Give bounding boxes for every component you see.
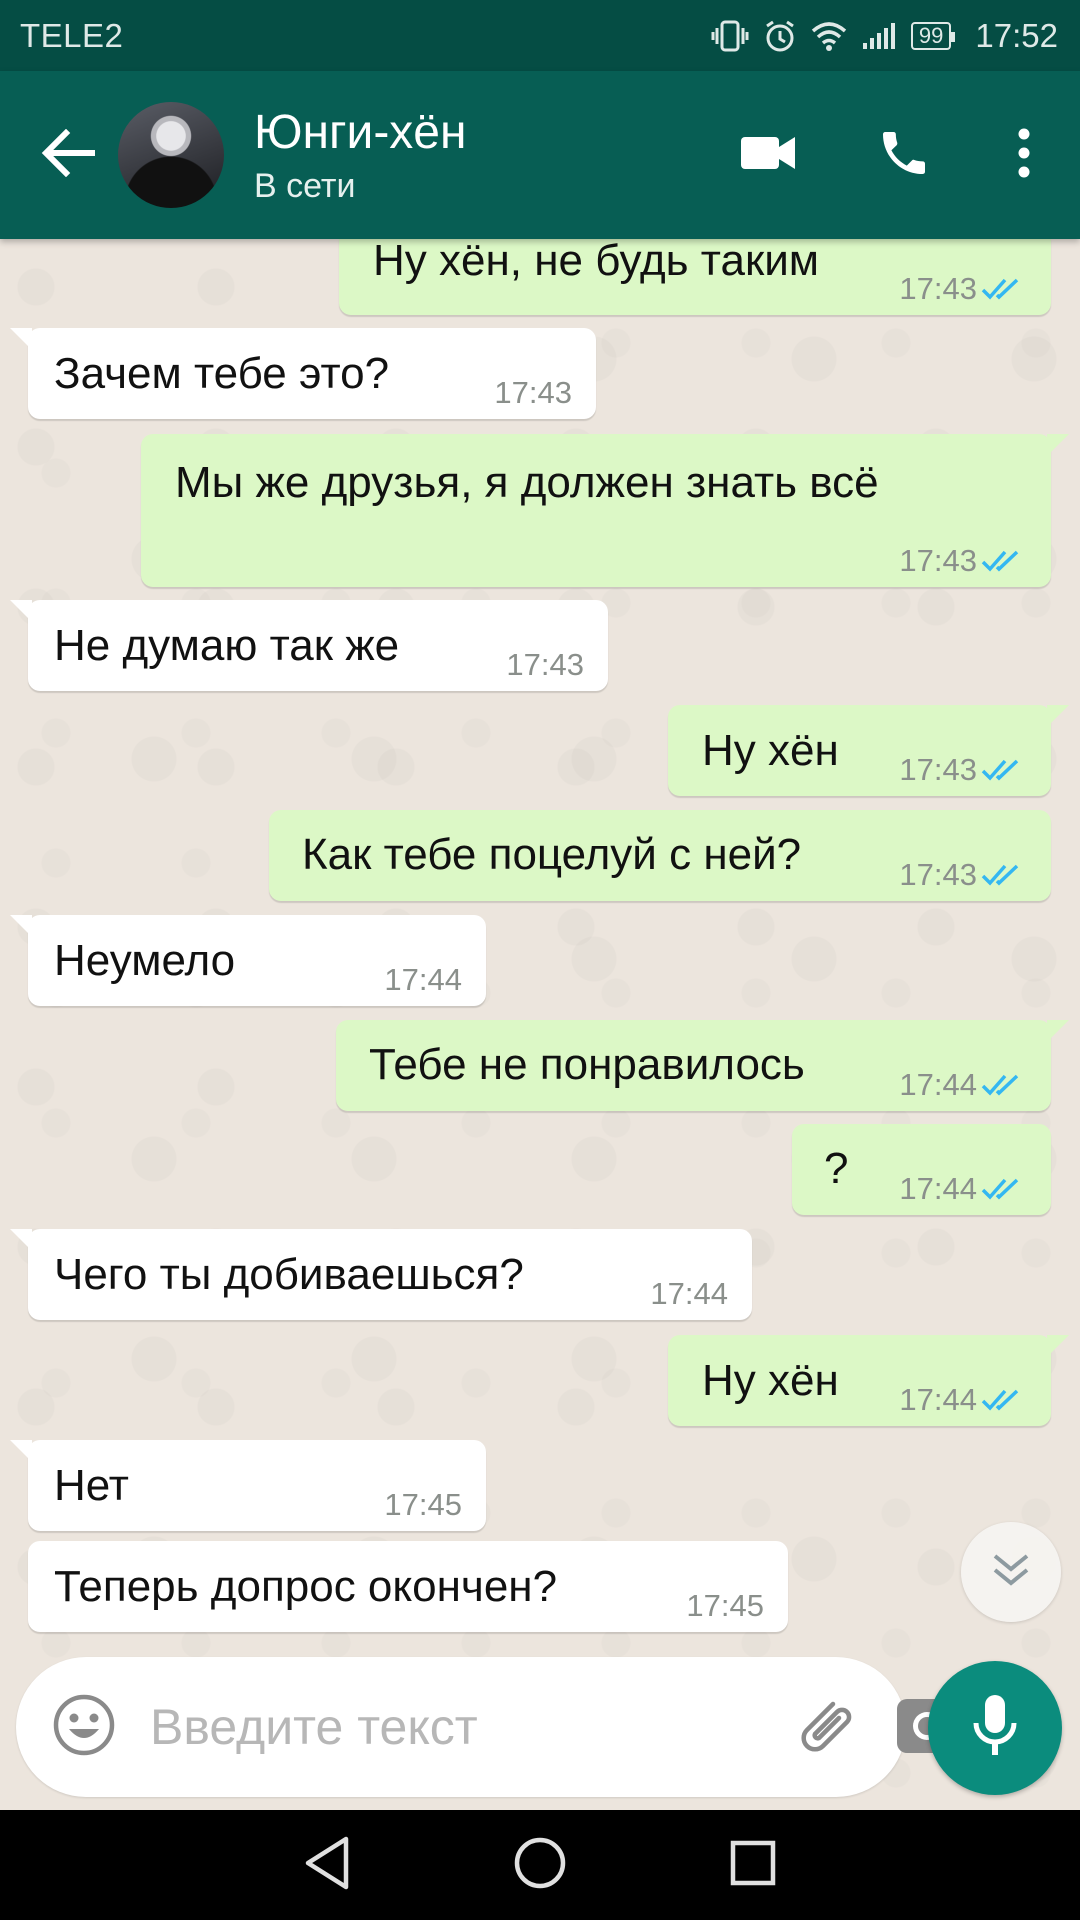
nav-recents-button[interactable] bbox=[708, 1820, 798, 1910]
status-time: 17:52 bbox=[975, 16, 1058, 54]
message-text: Чего ты добиваешься? bbox=[54, 1250, 524, 1299]
system-nav-bar bbox=[0, 1810, 1080, 1920]
microphone-icon bbox=[971, 1693, 1019, 1764]
message-time: 17:44 bbox=[899, 1067, 977, 1102]
status-bar: TELE2 99 17:52 bbox=[0, 0, 1080, 71]
message-meta: 17:44 bbox=[899, 1382, 1025, 1418]
double-chevron-down-icon bbox=[991, 1552, 1031, 1593]
paperclip-icon bbox=[793, 1692, 859, 1763]
message-outgoing[interactable]: Тебе не понравилось 17:44 bbox=[336, 1020, 1069, 1111]
message-time: 17:45 bbox=[686, 1588, 764, 1623]
more-options-button[interactable] bbox=[994, 105, 1054, 205]
message-time: 17:43 bbox=[899, 752, 977, 787]
message-meta: 17:44 bbox=[384, 962, 462, 998]
more-vert-icon bbox=[1017, 128, 1031, 183]
message-meta: 17:43 bbox=[899, 857, 1025, 893]
nav-back-button[interactable] bbox=[282, 1820, 372, 1910]
read-ticks-icon bbox=[981, 1074, 1019, 1096]
square-recents-icon bbox=[729, 1839, 777, 1892]
contact-name: Юнги-хён bbox=[254, 105, 467, 159]
message-text: ? bbox=[824, 1144, 849, 1193]
message-incoming[interactable]: Не думаю так же 17:43 bbox=[10, 600, 608, 691]
message-text: Тебе не понравилось bbox=[369, 1040, 805, 1089]
message-meta: 17:44 bbox=[899, 1171, 1025, 1207]
message-outgoing[interactable]: Как тебе поцелуй с ней? 17:43 bbox=[269, 810, 1051, 901]
read-ticks-icon bbox=[981, 278, 1019, 300]
message-outgoing[interactable]: Мы же друзья, я должен знать всё 17:43 bbox=[141, 434, 1069, 587]
message-text: Мы же друзья, я должен знать всё bbox=[175, 458, 879, 507]
message-time: 17:44 bbox=[899, 1171, 977, 1206]
wifi-icon bbox=[811, 21, 847, 51]
message-time: 17:45 bbox=[384, 1487, 462, 1522]
message-incoming[interactable]: Неумело 17:44 bbox=[10, 915, 486, 1006]
phone-icon bbox=[876, 125, 932, 186]
circle-home-icon bbox=[513, 1836, 567, 1895]
message-time: 17:44 bbox=[650, 1276, 728, 1311]
message-incoming[interactable]: Нет 17:45 bbox=[10, 1440, 486, 1531]
voice-record-button[interactable] bbox=[928, 1661, 1062, 1795]
message-time: 17:43 bbox=[899, 857, 977, 892]
message-input[interactable] bbox=[150, 1687, 793, 1767]
video-call-icon bbox=[739, 133, 797, 178]
message-meta: 17:43 bbox=[899, 271, 1025, 307]
status-icons: 99 17:52 bbox=[711, 17, 1058, 55]
message-text: Как тебе поцелуй с ней? bbox=[302, 830, 802, 879]
message-composer bbox=[16, 1657, 957, 1797]
carrier-label: TELE2 bbox=[20, 16, 124, 54]
vibrate-icon bbox=[711, 19, 749, 53]
message-text: Зачем тебе это? bbox=[54, 349, 390, 398]
read-ticks-icon bbox=[981, 1389, 1019, 1411]
message-meta: 17:45 bbox=[384, 1487, 462, 1523]
chat-area[interactable]: Ну хён, не будь таким 17:43 Зачем тебе э… bbox=[0, 239, 1080, 1810]
message-incoming[interactable]: Зачем тебе это? 17:43 bbox=[10, 328, 596, 419]
read-ticks-icon bbox=[981, 864, 1019, 886]
message-outgoing[interactable]: Ну хён 17:44 bbox=[668, 1335, 1069, 1426]
battery-indicator: 99 bbox=[910, 21, 956, 50]
signal-icon bbox=[861, 21, 897, 51]
message-text: Ну хён, не будь таким bbox=[373, 239, 820, 285]
message-text: Нет bbox=[54, 1461, 129, 1510]
message-meta: 17:44 bbox=[650, 1276, 728, 1312]
message-incoming[interactable]: Теперь допрос окончен? 17:45 bbox=[28, 1541, 788, 1632]
message-text: Теперь допрос окончен? bbox=[54, 1562, 558, 1611]
back-arrow-icon bbox=[40, 128, 96, 182]
back-button[interactable] bbox=[40, 105, 114, 205]
scroll-to-bottom-button[interactable] bbox=[961, 1522, 1061, 1622]
message-time: 17:44 bbox=[384, 962, 462, 997]
contact-info[interactable]: Юнги-хён В сети bbox=[254, 105, 718, 206]
message-meta: 17:43 bbox=[494, 375, 572, 411]
message-meta: 17:43 bbox=[899, 543, 1025, 579]
message-outgoing[interactable]: Ну хён, не будь таким 17:43 bbox=[339, 239, 1051, 315]
message-meta: 17:45 bbox=[686, 1588, 764, 1624]
message-meta: 17:44 bbox=[899, 1067, 1025, 1103]
read-ticks-icon bbox=[981, 550, 1019, 572]
message-time: 17:43 bbox=[899, 543, 977, 578]
alarm-icon bbox=[763, 19, 797, 53]
emoji-button[interactable] bbox=[52, 1687, 116, 1767]
video-call-button[interactable] bbox=[718, 105, 818, 205]
message-time: 17:43 bbox=[494, 375, 572, 410]
message-meta: 17:43 bbox=[899, 752, 1025, 788]
message-outgoing[interactable]: Ну хён 17:43 bbox=[668, 705, 1069, 796]
nav-home-button[interactable] bbox=[495, 1820, 585, 1910]
message-time: 17:43 bbox=[506, 647, 584, 682]
message-text: Неумело bbox=[54, 936, 236, 985]
message-incoming[interactable]: Чего ты добиваешься? 17:44 bbox=[10, 1229, 752, 1320]
message-text: Не думаю так же bbox=[54, 621, 400, 670]
message-time: 17:44 bbox=[899, 1382, 977, 1417]
attach-button[interactable] bbox=[793, 1687, 859, 1767]
avatar[interactable] bbox=[118, 102, 224, 208]
contact-status: В сети bbox=[254, 166, 356, 205]
triangle-back-icon bbox=[302, 1835, 352, 1896]
chat-header: Юнги-хён В сети bbox=[0, 71, 1080, 239]
message-text: Ну хён bbox=[702, 726, 839, 775]
emoji-icon bbox=[52, 1693, 116, 1762]
message-text: Ну хён bbox=[702, 1356, 839, 1405]
message-outgoing[interactable]: ? 17:44 bbox=[792, 1124, 1051, 1215]
message-meta: 17:43 bbox=[506, 647, 584, 683]
message-time: 17:43 bbox=[899, 271, 977, 306]
read-ticks-icon bbox=[981, 759, 1019, 781]
read-ticks-icon bbox=[981, 1178, 1019, 1200]
voice-call-button[interactable] bbox=[854, 105, 954, 205]
